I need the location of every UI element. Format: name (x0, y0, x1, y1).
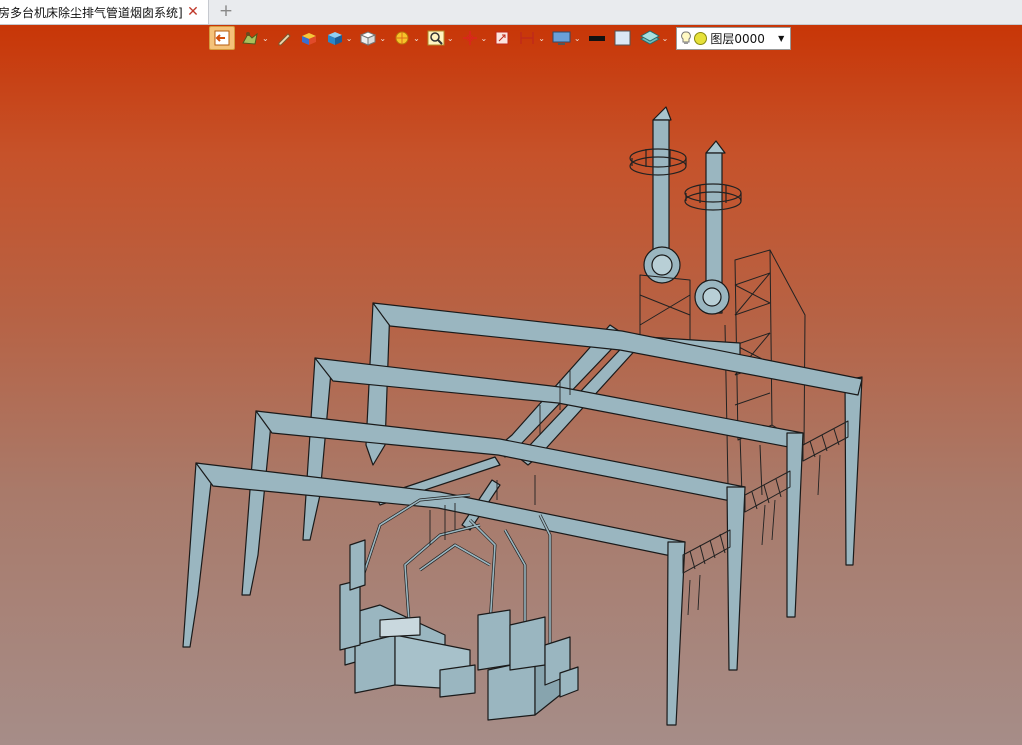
3d-model (182, 106, 863, 726)
new-tab-icon[interactable]: + (217, 1, 235, 21)
chimney-right (684, 140, 742, 315)
3d-viewport[interactable]: ⌄ ⌄ ⌄ ⌄ ⌄ ⌄ ⌄ ⌄ ⌄ 图层0000 ▼ (0, 25, 1022, 745)
tab-title: 房多台机床除尘排气管道烟囱系统] (0, 5, 182, 20)
chimney-left (629, 106, 687, 284)
close-icon[interactable]: ✕ (186, 4, 200, 20)
machine-cluster (339, 539, 579, 721)
document-tab[interactable]: 房多台机床除尘排气管道烟囱系统] ✕ (0, 0, 209, 24)
tab-bar: 房多台机床除尘排气管道烟囱系统] ✕ + (0, 0, 1022, 25)
